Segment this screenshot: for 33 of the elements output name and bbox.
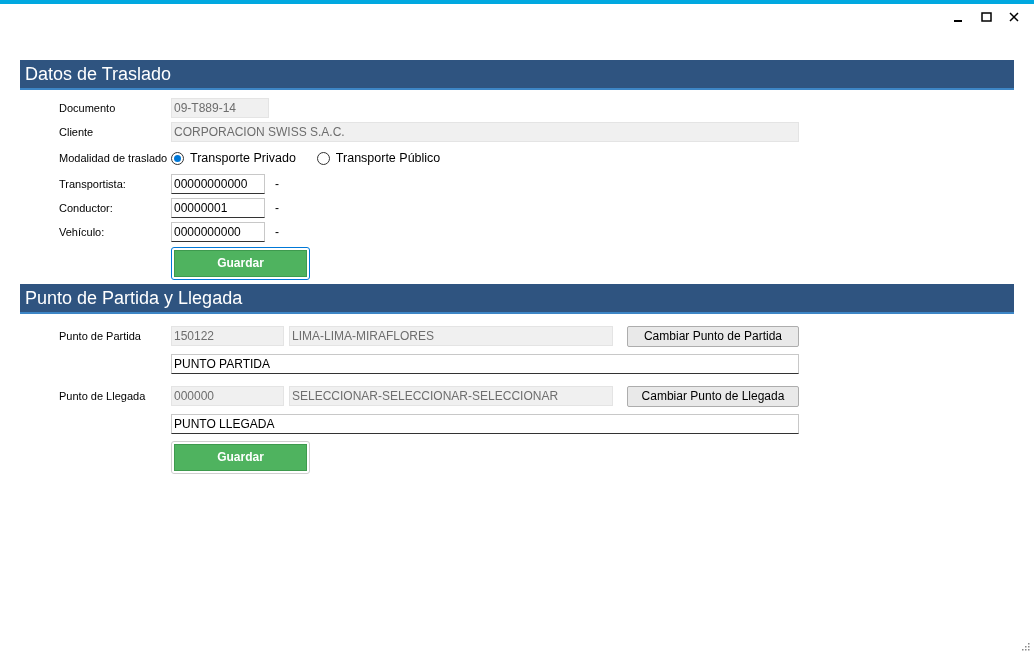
maximize-icon xyxy=(980,12,992,22)
readonly-field: LIMA-LIMA-MIRAFLORES xyxy=(289,326,613,346)
input-field[interactable]: 00000001 xyxy=(171,198,265,218)
readonly-field: SELECCIONAR-SELECCIONAR-SELECCIONAR xyxy=(289,386,613,406)
maximize-button[interactable] xyxy=(978,9,994,25)
field-label: Conductor: xyxy=(59,202,114,214)
readonly-field: CORPORACION SWISS S.A.C. xyxy=(171,122,799,142)
close-icon xyxy=(1009,12,1019,22)
change-point-button[interactable]: Cambiar Punto de Partida xyxy=(627,325,799,347)
change-point-button[interactable]: Cambiar Punto de Llegada xyxy=(627,385,799,407)
resize-grip-icon[interactable] xyxy=(1021,642,1030,651)
readonly-field: 150122 xyxy=(171,326,284,346)
field-label: Documento xyxy=(59,102,117,114)
field-label: Punto de Partida xyxy=(59,330,142,342)
field-label: Punto de Llegada xyxy=(59,390,147,402)
radio-option[interactable]: Transporte Público xyxy=(316,151,441,165)
field-label: Transportista: xyxy=(59,178,127,190)
input-field[interactable]: 00000000000 xyxy=(171,174,265,194)
field-note: - xyxy=(275,177,279,191)
input-field[interactable]: 0000000000 xyxy=(171,222,265,242)
field-label: Modalidad de traslado xyxy=(59,152,169,164)
input-field[interactable]: PUNTO LLEGADA xyxy=(171,414,799,434)
radio-option[interactable]: Transporte Privado xyxy=(171,151,296,165)
readonly-field: 000000 xyxy=(171,386,284,406)
section-header: Datos de Traslado xyxy=(20,60,1014,90)
field-label: Vehículo: xyxy=(59,226,106,238)
minimize-icon xyxy=(954,20,962,22)
field-note: - xyxy=(275,225,279,239)
readonly-field: 09-T889-14 xyxy=(171,98,269,118)
field-label: Cliente xyxy=(59,126,95,138)
input-field[interactable]: PUNTO PARTIDA xyxy=(171,354,799,374)
section-header: Punto de Partida y Llegada xyxy=(20,284,1014,314)
field-note: - xyxy=(275,201,279,215)
